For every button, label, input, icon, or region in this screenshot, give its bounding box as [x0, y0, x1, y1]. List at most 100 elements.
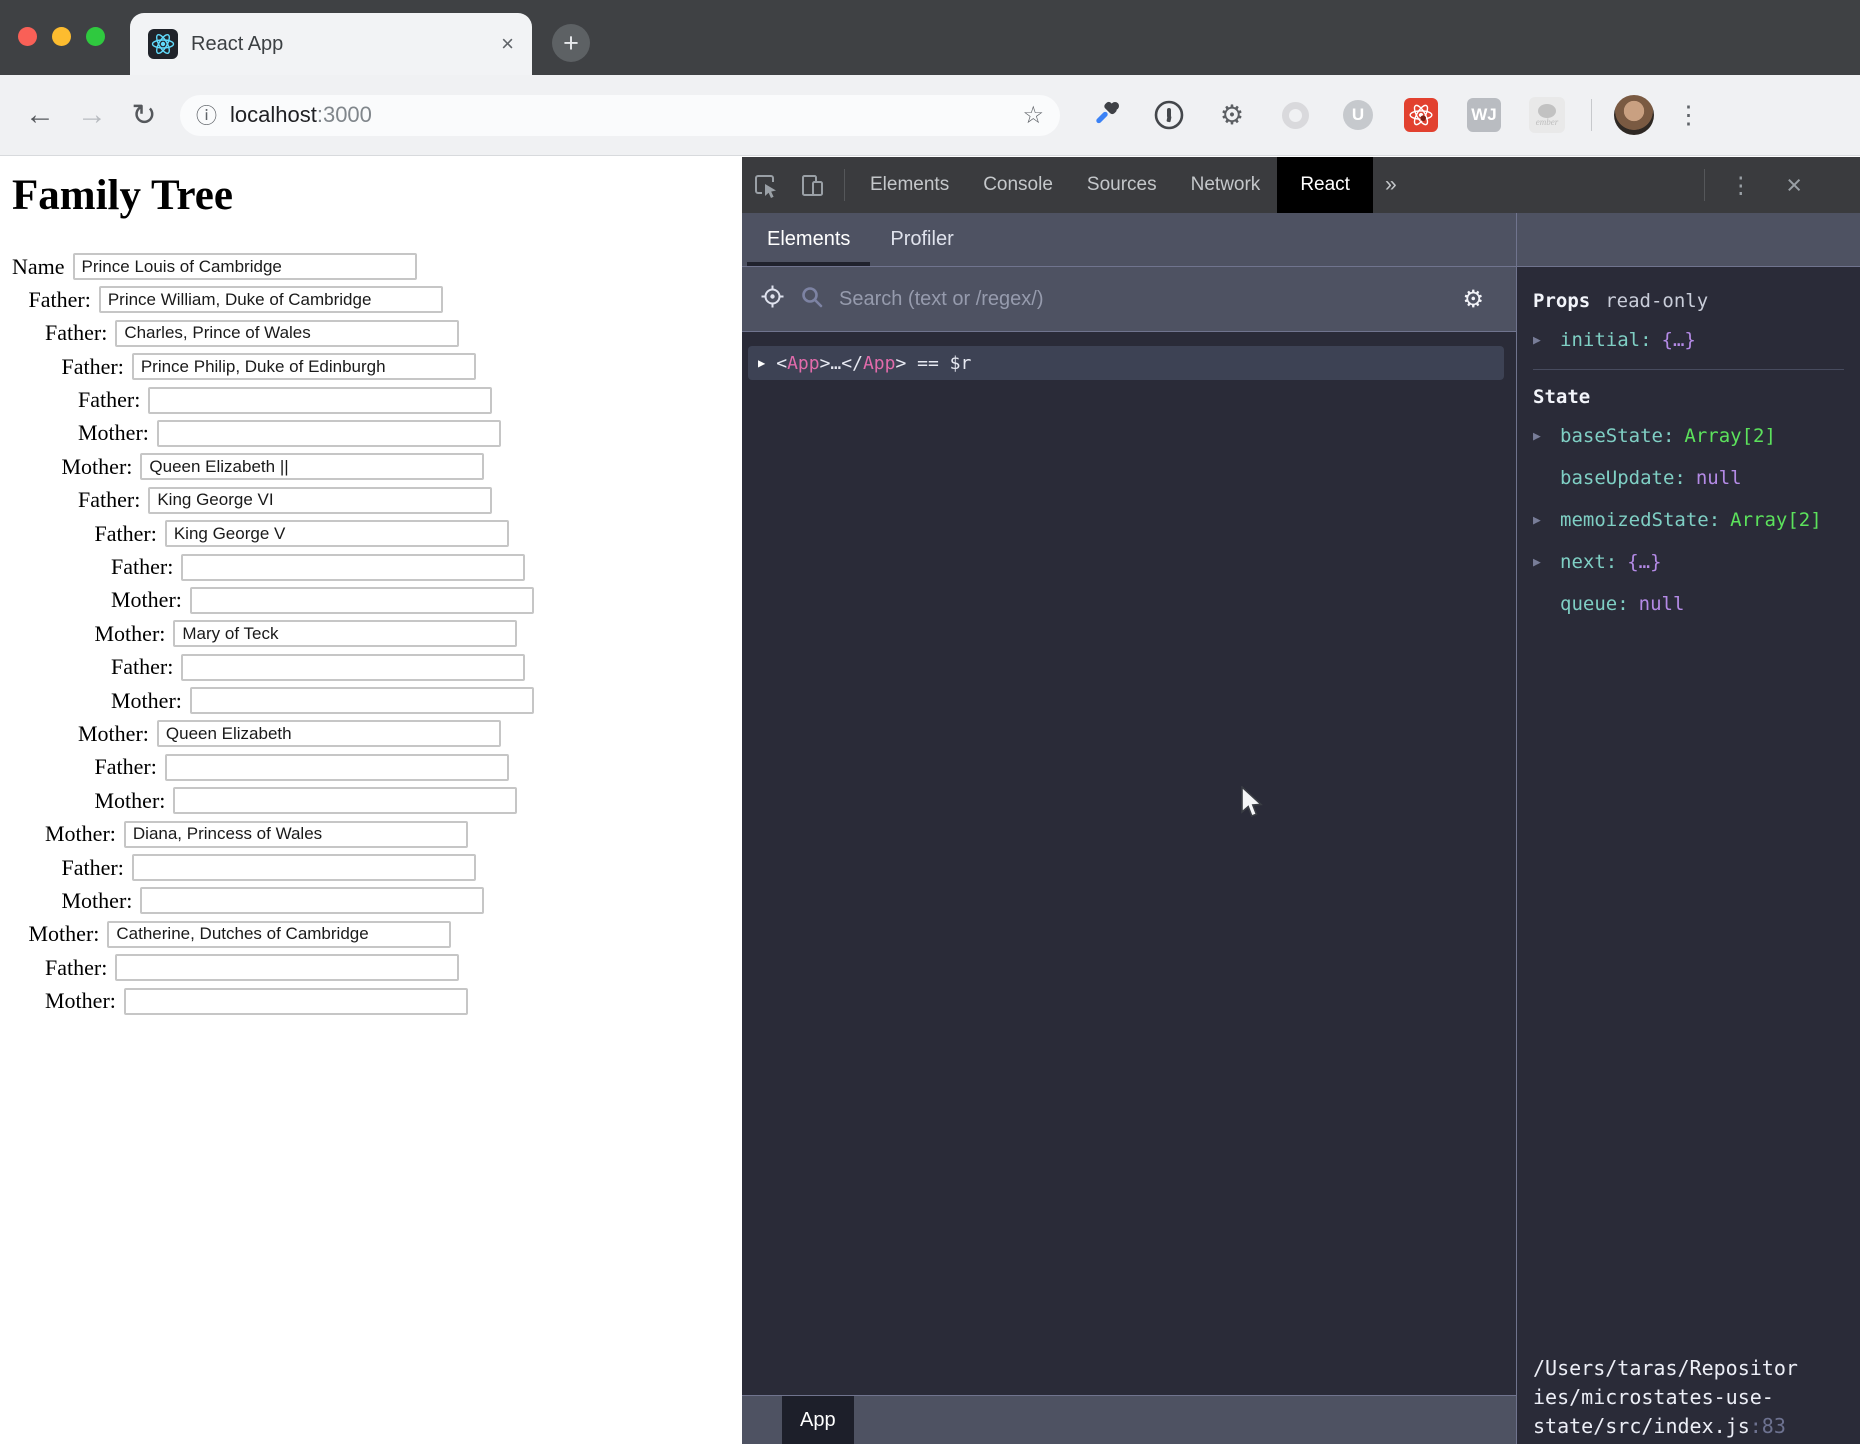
family-row-label: Father: [29, 287, 91, 313]
device-toolbar-icon[interactable] [789, 157, 836, 213]
wallaby-extension-icon[interactable]: WJ [1466, 97, 1502, 133]
props-readonly-badge: read-only [1605, 290, 1708, 312]
expand-triangle-icon[interactable]: ▶ [1533, 513, 1560, 528]
adblock-gear-extension-icon[interactable]: ⚙ [1214, 97, 1250, 133]
component-tag-text: <App>…</App> == $r [776, 353, 971, 374]
family-row: Father: [0, 320, 742, 347]
devtools-tab-console[interactable]: Console [966, 157, 1070, 213]
family-row: Father: [0, 487, 742, 514]
family-row-label: Mother: [29, 921, 100, 947]
devtools-menu-kebab-icon[interactable]: ⋮ [1713, 157, 1768, 213]
family-mother-input[interactable] [140, 453, 484, 480]
swirl-extension-icon[interactable] [1277, 97, 1313, 133]
ember-extension-icon[interactable]: ember [1529, 97, 1565, 133]
family-row: Father: [0, 353, 742, 380]
family-father-input[interactable] [115, 320, 459, 347]
expand-triangle-icon[interactable]: ▶ [1533, 555, 1560, 570]
react-subtab-elements[interactable]: Elements [747, 213, 870, 266]
react-devtools-body: ElementsProfiler [742, 213, 1860, 1444]
component-search-input[interactable] [839, 288, 1447, 311]
reload-icon[interactable]: ↻ [118, 98, 170, 133]
family-mother-input[interactable] [107, 921, 451, 948]
component-source-path[interactable]: /Users/taras/Repositor ies/microstates-u… [1533, 1354, 1858, 1441]
settings-gear-icon[interactable]: ⚙ [1462, 285, 1484, 314]
family-row: Mother: [0, 587, 742, 614]
browser-toolbar: ← → ↻ ⓘ localhost :3000 ☆ [0, 75, 1860, 156]
page-title: Family Tree [12, 171, 742, 220]
family-mother-input[interactable] [140, 887, 484, 914]
family-row-label: Father: [62, 354, 124, 380]
expand-triangle-icon[interactable]: ▶ [1533, 333, 1560, 348]
forward-icon[interactable]: → [66, 98, 118, 132]
devtools-tab-react[interactable]: React [1277, 157, 1373, 213]
state-row-next[interactable]: ▶next:{…} [1533, 541, 1860, 583]
family-father-input[interactable] [132, 353, 476, 380]
family-father-input[interactable] [165, 520, 509, 547]
family-tree-form: NameFather:Father:Father:Father:Mother:M… [0, 253, 742, 1015]
back-icon[interactable]: ← [14, 98, 66, 132]
site-info-icon[interactable]: ⓘ [196, 100, 217, 130]
tab-close-icon[interactable]: × [501, 31, 514, 57]
family-mother-input[interactable] [157, 420, 501, 447]
family-father-input[interactable] [148, 487, 492, 514]
family-mother-input[interactable] [157, 720, 501, 747]
family-row: Mother: [0, 821, 742, 848]
minimize-window-button[interactable] [52, 27, 71, 46]
bookmark-star-icon[interactable]: ☆ [1022, 101, 1044, 130]
eyedropper-extension-icon[interactable] [1088, 97, 1124, 133]
profile-avatar[interactable] [1614, 95, 1654, 135]
devtools-tab-network[interactable]: Network [1174, 157, 1278, 213]
expand-triangle-icon[interactable]: ▶ [1533, 429, 1560, 444]
family-row: Mother: [0, 988, 742, 1015]
prop-row-initial[interactable]: ▶initial:{…} [1533, 319, 1860, 361]
family-row: Mother: [0, 787, 742, 814]
family-mother-input[interactable] [173, 620, 517, 647]
family-father-input[interactable] [181, 554, 525, 581]
state-row-memoizedState[interactable]: ▶memoizedState:Array[2] [1533, 499, 1860, 541]
maximize-window-button[interactable] [86, 27, 105, 46]
component-tree-row-app[interactable]: ▶ <App>…</App> == $r [748, 346, 1504, 380]
new-tab-button[interactable]: + [552, 24, 590, 62]
state-key: next: [1560, 551, 1617, 573]
tag-segment: > == $r [895, 353, 971, 374]
family-row-label: Father: [45, 955, 107, 981]
inspect-element-icon[interactable] [742, 157, 789, 213]
devtools-tab-sources[interactable]: Sources [1070, 157, 1174, 213]
more-tabs-icon[interactable]: » [1373, 157, 1409, 213]
family-row-label: Father: [111, 654, 173, 680]
password-manager-extension-icon[interactable] [1151, 97, 1187, 133]
family-father-input[interactable] [165, 754, 509, 781]
family-mother-input[interactable] [190, 587, 534, 614]
family-mother-input[interactable] [173, 787, 517, 814]
breadcrumb-app-tab[interactable]: App [782, 1396, 854, 1444]
family-mother-input[interactable] [124, 988, 468, 1015]
select-element-target-icon[interactable] [760, 284, 785, 314]
family-row-label: Mother: [111, 688, 182, 714]
url-port: :3000 [317, 102, 372, 128]
close-window-button[interactable] [18, 27, 37, 46]
ublock-extension-icon[interactable]: U [1340, 97, 1376, 133]
devtools-tab-elements[interactable]: Elements [853, 157, 966, 213]
state-row-baseState[interactable]: ▶baseState:Array[2] [1533, 415, 1860, 457]
family-row-label: Father: [45, 320, 107, 346]
browser-menu-kebab-icon[interactable]: ⋮ [1676, 100, 1701, 130]
address-bar[interactable]: ⓘ localhost :3000 ☆ [180, 95, 1060, 136]
family-father-input[interactable] [99, 286, 443, 313]
family-name-input[interactable] [73, 253, 417, 280]
expand-triangle-icon[interactable]: ▶ [758, 356, 765, 370]
tabbar-separator [844, 169, 845, 201]
family-mother-input[interactable] [124, 821, 468, 848]
browser-tab[interactable]: React App × [130, 13, 532, 75]
tag-segment: App [863, 353, 896, 374]
family-father-input[interactable] [148, 387, 492, 414]
react-subtab-profiler[interactable]: Profiler [870, 213, 973, 266]
family-mother-input[interactable] [190, 687, 534, 714]
react-devtools-extension-icon[interactable] [1403, 97, 1439, 133]
family-father-input[interactable] [115, 954, 459, 981]
family-row-label: Mother: [95, 788, 166, 814]
devtools-close-icon[interactable]: × [1768, 157, 1820, 213]
prop-value: {…} [1662, 329, 1696, 351]
family-father-input[interactable] [132, 854, 476, 881]
family-row-label: Mother: [62, 888, 133, 914]
family-father-input[interactable] [181, 654, 525, 681]
